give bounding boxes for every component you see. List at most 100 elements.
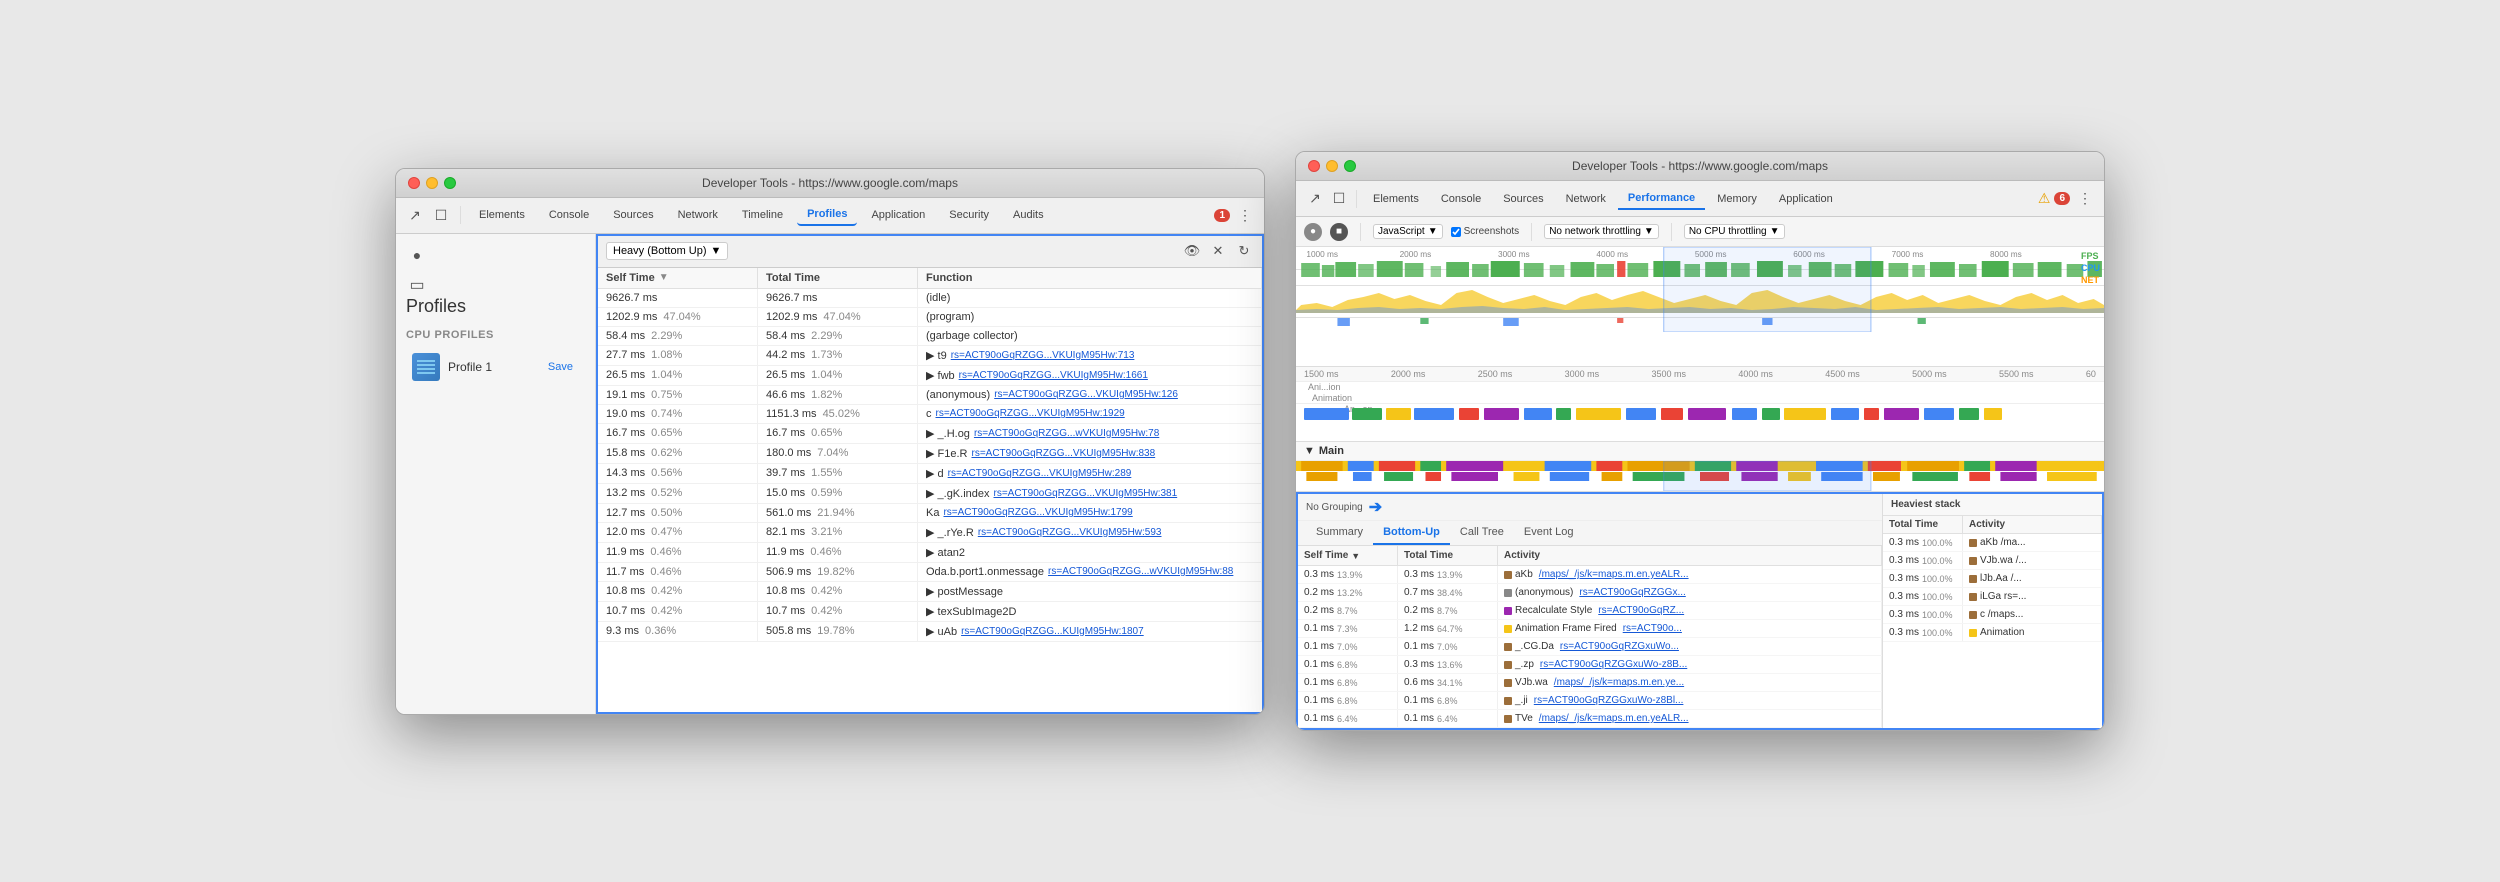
function-link[interactable]: rs=ACT90oGqRZGG...VKUIgM95Hw:126: [994, 389, 1178, 400]
activity-link[interactable]: rs=ACT90o...: [1623, 623, 1682, 634]
table-row[interactable]: 13.2 ms0.52%15.0 ms0.59%▶ _.gK.indexrs=A…: [598, 484, 1262, 504]
tab-elements[interactable]: Elements: [469, 205, 535, 225]
table-row[interactable]: 11.9 ms0.46%11.9 ms0.46%▶ atan2: [598, 543, 1262, 563]
bottom-tab-bottomup[interactable]: Bottom-Up: [1373, 521, 1450, 545]
right-tab-elements[interactable]: Elements: [1363, 189, 1429, 209]
function-link[interactable]: rs=ACT90oGqRZGG...VKUIgM95Hw:593: [978, 527, 1162, 538]
right-cursor-icon[interactable]: ↗: [1304, 188, 1326, 210]
bottom-tab-eventlog[interactable]: Event Log: [1514, 521, 1584, 545]
right-maximize-button[interactable]: [1344, 160, 1356, 172]
save-profile-button[interactable]: Save: [542, 359, 579, 375]
table-row[interactable]: 12.7 ms0.50%561.0 ms21.94%Kars=ACT90oGqR…: [598, 504, 1262, 523]
right-tab-performance[interactable]: Performance: [1618, 188, 1705, 210]
bottom-table-row[interactable]: 0.1 ms 6.8%0.6 ms 34.1%VJb.wa/maps/_/js/…: [1298, 674, 1882, 692]
eye-icon[interactable]: 👁: [1182, 241, 1202, 261]
js-dropdown[interactable]: JavaScript ▼: [1373, 224, 1443, 239]
activity-color: [1504, 625, 1512, 633]
inspect-icon[interactable]: ☐: [430, 204, 452, 226]
bottom-tab-calltree[interactable]: Call Tree: [1450, 521, 1514, 545]
right-minimize-button[interactable]: [1326, 160, 1338, 172]
left-window-title: Developer Tools - https://www.google.com…: [702, 176, 958, 190]
right-inspect-icon[interactable]: ☐: [1328, 188, 1350, 210]
table-row[interactable]: 19.0 ms0.74%1151.3 ms45.02%crs=ACT90oGqR…: [598, 405, 1262, 424]
btd-self: 0.2 ms 8.7%: [1298, 602, 1398, 619]
profile-item-1[interactable]: Profile 1 Save: [406, 349, 585, 385]
right-tab-network[interactable]: Network: [1556, 189, 1616, 209]
table-row[interactable]: 14.3 ms0.56%39.7 ms1.55%▶ drs=ACT90oGqRZ…: [598, 464, 1262, 484]
table-row[interactable]: 27.7 ms1.08%44.2 ms1.73%▶ t9rs=ACT90oGqR…: [598, 346, 1262, 366]
function-link[interactable]: rs=ACT90oGqRZGG...VKUIgM95Hw:1661: [959, 370, 1148, 381]
function-link[interactable]: rs=ACT90oGqRZGG...VKUIgM95Hw:713: [951, 350, 1135, 361]
table-row[interactable]: 9.3 ms0.36%505.8 ms19.78%▶ uAbrs=ACT90oG…: [598, 622, 1262, 642]
bottom-table-row[interactable]: 0.2 ms 13.2%0.7 ms 38.4%(anonymous)rs=AC…: [1298, 584, 1882, 602]
function-link[interactable]: rs=ACT90oGqRZGG...VKUIgM95Hw:838: [971, 448, 1155, 459]
main-expand-icon[interactable]: ▼: [1304, 445, 1315, 457]
tab-console[interactable]: Console: [539, 205, 599, 225]
table-row[interactable]: 26.5 ms1.04%26.5 ms1.04%▶ fwbrs=ACT90oGq…: [598, 366, 1262, 386]
bottom-table-row[interactable]: 0.1 ms 6.4%0.1 ms 6.4%TVe/maps/_/js/k=ma…: [1298, 710, 1882, 728]
right-tab-application[interactable]: Application: [1769, 189, 1843, 209]
function-link[interactable]: rs=ACT90oGqRZGG...KUIgM95Hw:1807: [961, 626, 1144, 637]
left-close-button[interactable]: [408, 177, 420, 189]
bottom-tab-summary[interactable]: Summary: [1306, 521, 1373, 545]
table-row[interactable]: 15.8 ms0.62%180.0 ms7.04%▶ F1e.Rrs=ACT90…: [598, 444, 1262, 464]
tab-profiles[interactable]: Profiles: [797, 204, 857, 226]
right-tab-sources[interactable]: Sources: [1493, 189, 1553, 209]
record-button[interactable]: ●: [406, 244, 428, 266]
function-link[interactable]: rs=ACT90oGqRZGG...wVKUIgM95Hw:88: [1048, 566, 1233, 577]
refresh-icon[interactable]: ↻: [1234, 241, 1254, 261]
stop-button[interactable]: ▭: [406, 274, 428, 296]
right-tab-memory[interactable]: Memory: [1707, 189, 1767, 209]
screenshots-checkbox[interactable]: Screenshots: [1451, 226, 1520, 237]
close-table-icon[interactable]: ✕: [1208, 241, 1228, 261]
activity-link[interactable]: rs=ACT90oGqRZGxuWo...: [1560, 641, 1679, 652]
bottom-table-row[interactable]: 0.2 ms 8.7%0.2 ms 8.7%Recalculate Styler…: [1298, 602, 1882, 620]
bottom-table-row[interactable]: 0.1 ms 6.8%0.1 ms 6.8%_.jirs=ACT90oGqRZG…: [1298, 692, 1882, 710]
right-tab-console[interactable]: Console: [1431, 189, 1491, 209]
bottom-table-row[interactable]: 0.1 ms 6.8%0.3 ms 13.6%_.zprs=ACT90oGqRZ…: [1298, 656, 1882, 674]
network-throttle-dropdown[interactable]: No network throttling ▼: [1544, 224, 1659, 239]
left-maximize-button[interactable]: [444, 177, 456, 189]
tab-network[interactable]: Network: [668, 205, 728, 225]
table-row[interactable]: 11.7 ms0.46%506.9 ms19.82%Oda.b.port1.on…: [598, 563, 1262, 582]
tab-sources[interactable]: Sources: [603, 205, 663, 225]
activity-link[interactable]: /maps/_/js/k=maps.m.en.yeALR...: [1539, 569, 1689, 580]
tab-application[interactable]: Application: [861, 205, 935, 225]
table-row[interactable]: 1202.9 ms47.04%1202.9 ms47.04%(program): [598, 308, 1262, 327]
tab-security[interactable]: Security: [939, 205, 999, 225]
table-row[interactable]: 10.7 ms0.42%10.7 ms0.42%▶ texSubImage2D: [598, 602, 1262, 622]
activity-link[interactable]: rs=ACT90oGqRZGGxuWo-z8Bl...: [1534, 695, 1684, 706]
right-close-button[interactable]: [1308, 160, 1320, 172]
record-perf-button[interactable]: ●: [1304, 223, 1322, 241]
function-link[interactable]: rs=ACT90oGqRZGG...VKUIgM95Hw:1929: [936, 408, 1125, 419]
activity-link[interactable]: rs=ACT90oGqRZGGx...: [1579, 587, 1685, 598]
right-more-icon[interactable]: ⋮: [2074, 188, 2096, 210]
activity-link[interactable]: /maps/_/js/k=maps.m.en.ye...: [1554, 677, 1684, 688]
bottom-table-row[interactable]: 0.3 ms 13.9%0.3 ms 13.9%aKb/maps/_/js/k=…: [1298, 566, 1882, 584]
btd-self: 0.1 ms 6.8%: [1298, 674, 1398, 691]
table-row[interactable]: 9626.7 ms9626.7 ms(idle): [598, 289, 1262, 308]
tab-timeline[interactable]: Timeline: [732, 205, 793, 225]
bottom-table-row[interactable]: 0.1 ms 7.0%0.1 ms 7.0%_.CG.Dars=ACT90oGq…: [1298, 638, 1882, 656]
activity-link[interactable]: /maps/_/js/k=maps.m.en.yeALR...: [1539, 713, 1689, 724]
function-link[interactable]: rs=ACT90oGqRZGG...VKUIgM95Hw:1799: [943, 507, 1132, 518]
table-row[interactable]: 12.0 ms0.47%82.1 ms3.21%▶ _.rYe.Rrs=ACT9…: [598, 523, 1262, 543]
table-row[interactable]: 19.1 ms0.75%46.6 ms1.82%(anonymous)rs=AC…: [598, 386, 1262, 405]
td-function: ▶ uAbrs=ACT90oGqRZGG...KUIgM95Hw:1807: [918, 622, 1262, 641]
tab-audits[interactable]: Audits: [1003, 205, 1054, 225]
table-row[interactable]: 10.8 ms0.42%10.8 ms0.42%▶ postMessage: [598, 582, 1262, 602]
more-options-icon[interactable]: ⋮: [1234, 204, 1256, 226]
cursor-icon[interactable]: ↗: [404, 204, 426, 226]
function-link[interactable]: rs=ACT90oGqRZGG...wVKUIgM95Hw:78: [974, 428, 1159, 439]
table-row[interactable]: 58.4 ms2.29%58.4 ms2.29%(garbage collect…: [598, 327, 1262, 346]
function-link[interactable]: rs=ACT90oGqRZGG...VKUIgM95Hw:289: [948, 468, 1132, 479]
cpu-throttle-dropdown[interactable]: No CPU throttling ▼: [1684, 224, 1785, 239]
left-minimize-button[interactable]: [426, 177, 438, 189]
function-link[interactable]: rs=ACT90oGqRZGG...VKUIgM95Hw:381: [994, 488, 1178, 499]
table-row[interactable]: 16.7 ms0.65%16.7 ms0.65%▶ _.H.ogrs=ACT90…: [598, 424, 1262, 444]
view-mode-selector[interactable]: Heavy (Bottom Up) ▼: [606, 242, 728, 260]
stop-perf-button[interactable]: ■: [1330, 223, 1348, 241]
activity-link[interactable]: rs=ACT90oGqRZ...: [1598, 605, 1684, 616]
bottom-table-row[interactable]: 0.1 ms 7.3%1.2 ms 64.7%Animation Frame F…: [1298, 620, 1882, 638]
activity-link[interactable]: rs=ACT90oGqRZGGxuWo-z8B...: [1540, 659, 1687, 670]
